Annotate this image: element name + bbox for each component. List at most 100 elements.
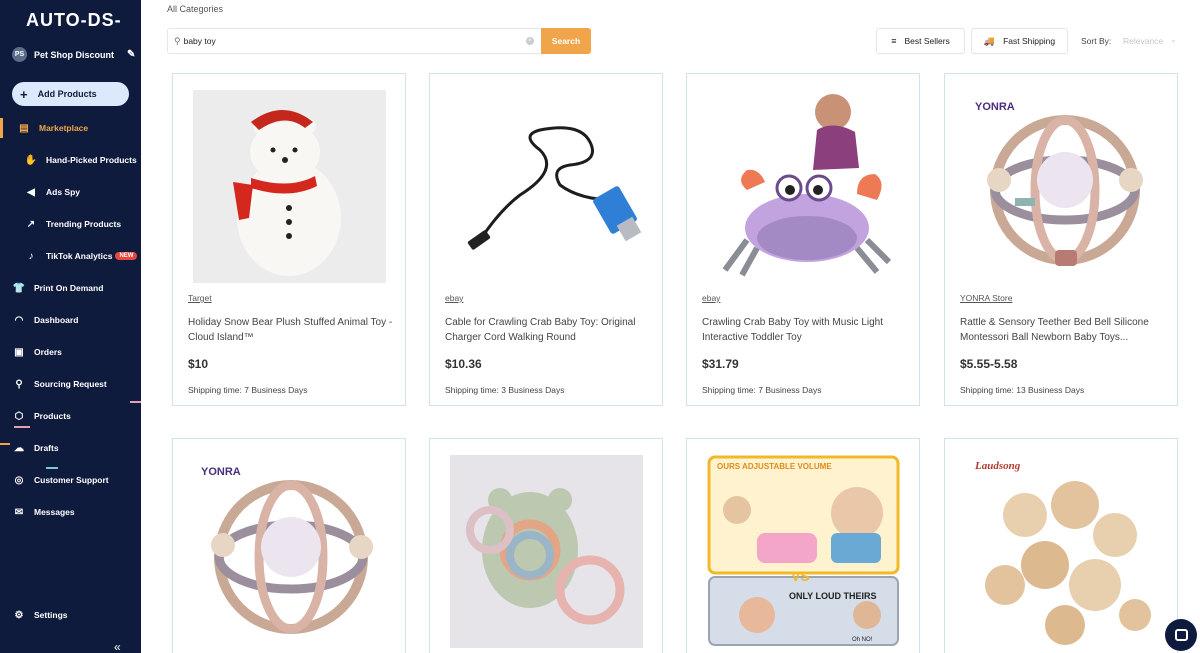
product-shipping: Shipping time: 7 Business Days (188, 385, 308, 395)
product-image[interactable]: OURS ADJUSTABLE VOLUME VS ONLY LOUD THEI… (707, 455, 900, 648)
sidebar-item-drafts[interactable]: ☁ Drafts (0, 437, 141, 459)
sidebar-item-settings[interactable]: ⚙ Settings (0, 604, 141, 626)
clear-search-icon[interactable]: × (526, 37, 534, 45)
best-sellers-label: Best Sellers (904, 36, 950, 46)
product-title[interactable]: Cable for Crawling Crab Baby Toy: Origin… (445, 315, 653, 345)
sidebar: AUTO-DS- PS Pet Shop Discount ✎ + Add Pr… (0, 0, 141, 653)
product-image[interactable] (450, 90, 643, 283)
megaphone-icon: ◀ (27, 186, 35, 198)
sidebar-item-marketplace[interactable]: ▤ Marketplace (0, 117, 141, 139)
store-name: Pet Shop Discount (34, 49, 115, 60)
new-badge: NEW (115, 252, 138, 260)
sidebar-item-print-on-demand[interactable]: 👕 Print On Demand (0, 277, 141, 299)
product-title[interactable]: Rattle & Sensory Teether Bed Bell Silico… (960, 315, 1168, 345)
sort-label: Sort By: (1081, 36, 1112, 46)
sidebar-item-label: Drafts (34, 443, 59, 453)
plus-icon: + (20, 86, 28, 102)
truck-icon: 🚚 (983, 35, 996, 46)
product-card[interactable]: Laudsong (944, 438, 1178, 653)
sidebar-item-label: Messages (34, 507, 75, 517)
product-image[interactable] (450, 455, 643, 648)
sidebar-item-orders[interactable]: ▣ Orders (0, 341, 141, 363)
sidebar-item-label: Settings (34, 610, 68, 620)
search-button[interactable]: Search (541, 28, 591, 54)
product-shipping: Shipping time: 13 Business Days (960, 385, 1085, 395)
drafts-marker (0, 443, 10, 445)
drafts-underline (46, 467, 58, 469)
sidebar-item-label: Trending Products (46, 219, 122, 229)
ad-loud-text: ONLY LOUD THEIRS (789, 591, 877, 601)
product-store-link[interactable]: ebay (702, 293, 720, 303)
sidebar-item-label: Orders (34, 347, 62, 357)
fast-shipping-button[interactable]: 🚚 Fast Shipping (971, 28, 1068, 54)
product-price: $31.79 (702, 357, 739, 371)
store-selector[interactable]: PS Pet Shop Discount ✎ (12, 47, 135, 62)
trend-chart-icon: ↗ (26, 218, 36, 230)
sidebar-item-products[interactable]: ⬡ Products (0, 405, 141, 427)
sidebar-item-label: Print On Demand (34, 283, 104, 293)
product-shipping: Shipping time: 7 Business Days (702, 385, 822, 395)
tiktok-icon: ♪ (28, 250, 34, 262)
sidebar-item-trending[interactable]: ↗ Trending Products (0, 213, 141, 235)
product-card[interactable]: OURS ADJUSTABLE VOLUME VS ONLY LOUD THEI… (686, 438, 920, 653)
store-icon: ▤ (19, 122, 29, 134)
hand-picked-icon: ✋ (24, 154, 38, 166)
gear-icon: ⚙ (14, 609, 24, 621)
sidebar-item-ads-spy[interactable]: ◀ Ads Spy (0, 181, 141, 203)
headset-icon: ◎ (14, 474, 24, 486)
product-title[interactable]: Holiday Snow Bear Plush Stuffed Animal T… (188, 315, 396, 345)
product-card[interactable]: ebay Crawling Crab Baby Toy with Music L… (686, 73, 920, 406)
ad-headline-text: OURS ADJUSTABLE VOLUME (717, 462, 832, 471)
list-icon: ≡ (891, 36, 897, 46)
ad-ohno-text: Oh NO! (852, 637, 873, 643)
orders-icon: ▣ (14, 346, 24, 358)
product-title[interactable]: Crawling Crab Baby Toy with Music Light … (702, 315, 910, 345)
sidebar-item-label: Marketplace (39, 123, 89, 133)
product-card[interactable]: YONRA YONRA Store Rattle & Sensory Teeth… (944, 73, 1178, 406)
product-image[interactable]: YONRA (965, 90, 1158, 283)
product-image[interactable]: YONRA (193, 455, 386, 648)
chevron-down-icon[interactable]: ⌄ (1170, 35, 1177, 44)
collapse-sidebar-icon[interactable]: « (114, 640, 121, 653)
sidebar-item-label: Products (34, 411, 71, 421)
add-products-label: Add Products (37, 89, 97, 99)
edge-marker (130, 401, 141, 403)
search-input[interactable]: ⚲ baby toy × (167, 28, 540, 54)
cloud-upload-icon: ☁ (14, 442, 24, 454)
mail-icon: ✉ (14, 506, 24, 518)
product-image[interactable] (707, 90, 900, 283)
product-card[interactable]: ebay Cable for Crawling Crab Baby Toy: O… (429, 73, 663, 406)
ad-vs-text: VS (791, 568, 810, 584)
sidebar-item-label: Customer Support (34, 475, 109, 485)
sidebar-item-label: Sourcing Request (34, 379, 107, 389)
breadcrumb[interactable]: All Categories (167, 4, 223, 14)
product-card[interactable]: Target Holiday Snow Bear Plush Stuffed A… (172, 73, 406, 406)
sidebar-item-customer-support[interactable]: ◎ Customer Support (0, 469, 141, 491)
product-card[interactable]: YONRA (172, 438, 406, 653)
best-sellers-button[interactable]: ≡ Best Sellers (876, 28, 965, 54)
product-store-link[interactable]: YONRA Store (960, 293, 1012, 303)
product-store-link[interactable]: Target (188, 293, 212, 303)
sidebar-item-hand-picked[interactable]: ✋ Hand-Picked Products (0, 149, 141, 171)
sidebar-item-label: Dashboard (34, 315, 79, 325)
search-value: baby toy (183, 36, 216, 46)
sort-select[interactable]: Relevance (1123, 36, 1163, 46)
sidebar-item-messages[interactable]: ✉ Messages (0, 501, 141, 523)
sidebar-item-label: TikTok Analytics (46, 251, 113, 261)
product-image[interactable]: Laudsong (965, 455, 1158, 648)
add-products-button[interactable]: + Add Products (12, 82, 129, 106)
product-shipping: Shipping time: 3 Business Days (445, 385, 565, 395)
chat-widget-button[interactable] (1165, 619, 1197, 651)
sidebar-item-dashboard[interactable]: ◠ Dashboard (0, 309, 141, 331)
product-store-link[interactable]: ebay (445, 293, 463, 303)
sidebar-item-sourcing-request[interactable]: ⚲ Sourcing Request (0, 373, 141, 395)
autods-logo[interactable]: AUTO-DS- (26, 10, 122, 31)
brand-logo-text: YONRA (201, 466, 241, 478)
product-card[interactable] (429, 438, 663, 653)
product-image[interactable] (193, 90, 386, 283)
brand-logo-text: Laudsong (974, 460, 1021, 472)
pencil-icon[interactable]: ✎ (127, 49, 135, 60)
box-icon: ⬡ (14, 410, 24, 422)
sidebar-item-tiktok[interactable]: ♪ TikTok Analytics NEW (0, 245, 141, 267)
sidebar-item-label: Hand-Picked Products (46, 155, 137, 165)
